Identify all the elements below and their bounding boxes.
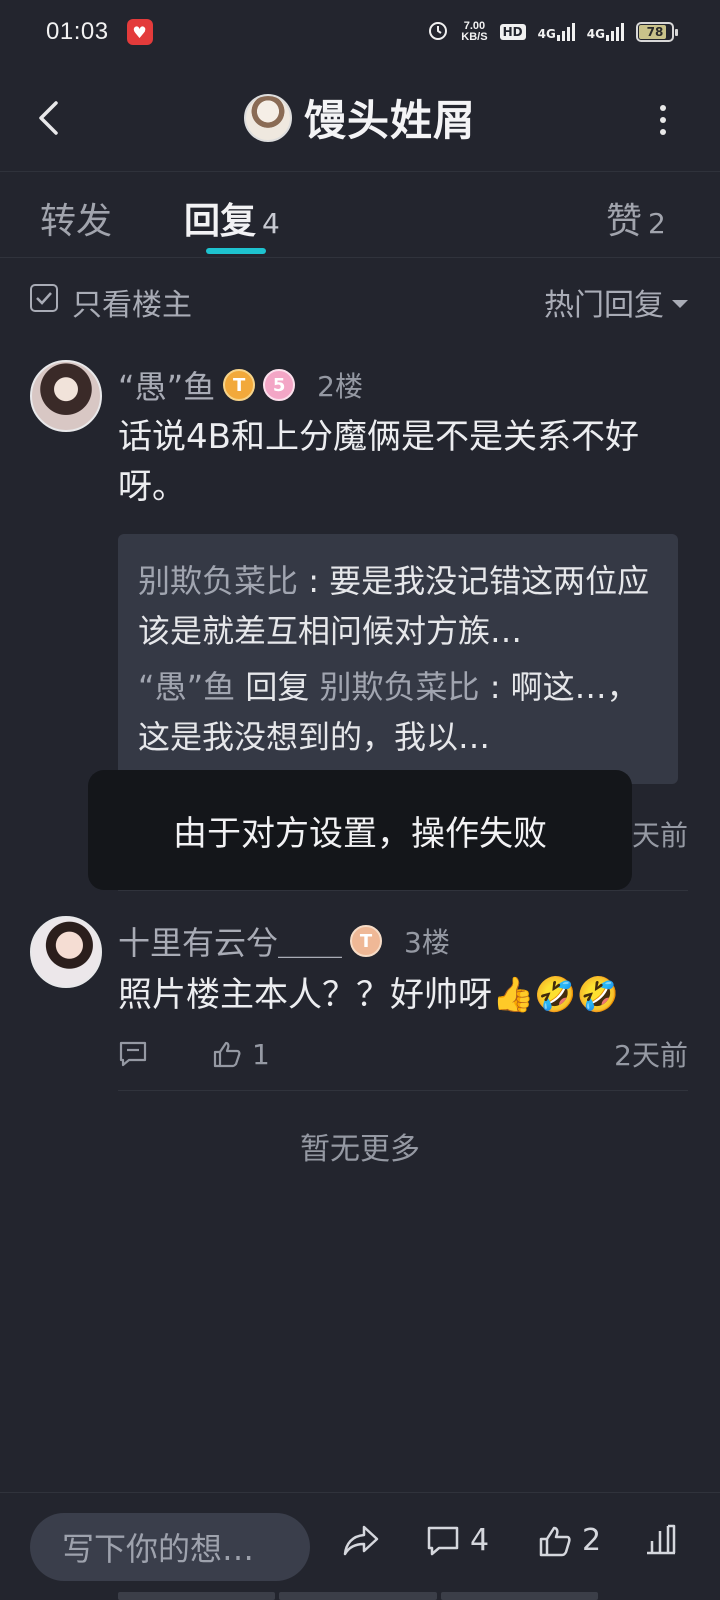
sub-reply[interactable]: 别欺负菜比 : 要是我没记错这两位应该是就差互相问候对方族… [138, 556, 658, 656]
page-title-group[interactable]: 馒头姓屑 [243, 87, 476, 148]
reply-input[interactable]: 写下你的想… [30, 1513, 310, 1581]
tab-replies-count: 4 [262, 207, 280, 240]
caret-down-icon [672, 300, 688, 308]
bar-chart-icon [647, 1524, 676, 1555]
no-more-label: 暂无更多 [300, 1132, 420, 1167]
sort-dropdown[interactable]: 热门回复 [544, 280, 688, 324]
comment-time: 2天前 [614, 1039, 688, 1072]
title-bar: 馒头姓屑 [0, 64, 720, 172]
more-options-button[interactable] [648, 100, 678, 140]
signal-2-label: 4G [586, 27, 605, 41]
gesture-bar [118, 1592, 598, 1600]
tab-replies-label: 回复 [184, 201, 257, 242]
likes-count: 2 [582, 1523, 602, 1558]
thumbs-up-icon [213, 1041, 241, 1068]
clock: 01:03 [46, 18, 109, 45]
sub-reply-separator: : [298, 562, 330, 600]
signal-icon-2: 4G [587, 23, 624, 41]
share-icon [343, 1525, 379, 1556]
sub-reply-author[interactable]: “愚”鱼 [138, 668, 235, 706]
sort-label: 热门回复 [544, 288, 664, 323]
username[interactable]: 十里有云兮＿＿ [118, 918, 342, 964]
like-count: 1 [252, 1037, 270, 1071]
level-badge-icon[interactable]: 5 [263, 369, 296, 401]
like-button[interactable]: 1 [212, 1038, 270, 1071]
tab-bar: 转发 回复 4 赞2 [0, 172, 720, 258]
active-tab-indicator [206, 248, 266, 254]
back-button[interactable] [28, 98, 68, 138]
share-button[interactable] [342, 1523, 380, 1557]
check-icon [36, 292, 52, 305]
avatar[interactable] [30, 360, 102, 432]
network-speed-unit: KB/S [461, 31, 488, 43]
comments-button[interactable]: 4 [426, 1523, 489, 1558]
comment-icon [427, 1526, 459, 1555]
battery-icon: 78 [636, 22, 678, 42]
tab-likes-count: 2 [648, 207, 666, 240]
reply-icon [119, 1041, 147, 1067]
hd-voice-icon: HD [499, 24, 526, 40]
sub-reply[interactable]: “愚”鱼 回复 别欺负菜比 : 啊这…，这是我没想到的，我以… [138, 662, 658, 762]
t-badge-icon[interactable]: T [350, 925, 383, 957]
sub-replies-box[interactable]: 别欺负菜比 : 要是我没记错这两位应该是就差互相问候对方族… “愚”鱼 回复 别… [118, 534, 678, 784]
sub-reply-keyword: 回复 [245, 668, 310, 706]
author-avatar[interactable] [243, 93, 292, 142]
comment-text[interactable]: 话说4B和上分魔俩是不是关系不好呀。 [118, 412, 678, 512]
bottom-action-bar: 写下你的想… 4 2 [0, 1492, 720, 1600]
signal-1-label: 4G [537, 27, 556, 41]
alarm-icon [427, 19, 449, 46]
sub-reply-author[interactable]: 别欺负菜比 [138, 562, 298, 600]
app-notification-icon: ♥ [126, 19, 153, 45]
page-title: 馒头姓屑 [303, 96, 476, 145]
t-badge-icon[interactable]: T [223, 369, 256, 401]
tab-likes[interactable]: 赞2 [606, 192, 666, 244]
reply-input-placeholder: 写下你的想… [62, 1530, 255, 1568]
only-op-checkbox[interactable] [30, 284, 58, 312]
divider [118, 890, 688, 891]
battery-level: 78 [646, 25, 664, 39]
divider [118, 1090, 688, 1091]
tab-repost-label: 转发 [40, 201, 113, 242]
reply-button[interactable] [118, 1040, 212, 1068]
username[interactable]: “愚”鱼 [118, 362, 215, 408]
floor-number: 3楼 [404, 926, 450, 959]
comment-header: “愚”鱼 T 5 2楼 [118, 362, 363, 408]
tab-replies[interactable]: 回复 4 [184, 192, 280, 244]
avatar[interactable] [30, 916, 102, 988]
floor-number: 2楼 [317, 370, 363, 403]
stats-button[interactable] [644, 1523, 678, 1555]
status-bar: 01:03 ♥ 7.00 KB/S HD 4G 4G 78 [0, 0, 720, 64]
sub-reply-separator: : [479, 668, 511, 706]
signal-icon-1: 4G [538, 23, 575, 41]
comment-text[interactable]: 照片楼主本人？？好帅呀👍🤣🤣 [118, 970, 678, 1020]
like-post-button[interactable]: 2 [538, 1523, 601, 1558]
toast-message: 由于对方设置，操作失败 [88, 770, 632, 890]
comment-actions: 1 2天前 [118, 1032, 688, 1076]
tab-repost[interactable]: 转发 [40, 192, 112, 244]
only-op-label[interactable]: 只看楼主 [72, 280, 192, 324]
thumbs-up-icon [539, 1526, 571, 1556]
network-speed: 7.00 KB/S [461, 21, 487, 43]
comment-header: 十里有云兮＿＿ T 3楼 [118, 918, 450, 964]
tab-likes-label: 赞 [606, 201, 643, 242]
sub-reply-target[interactable]: 别欺负菜比 [320, 668, 480, 706]
comments-count: 4 [470, 1523, 490, 1558]
chevron-left-icon [39, 101, 58, 135]
filter-bar: 只看楼主 热门回复 [0, 258, 720, 342]
